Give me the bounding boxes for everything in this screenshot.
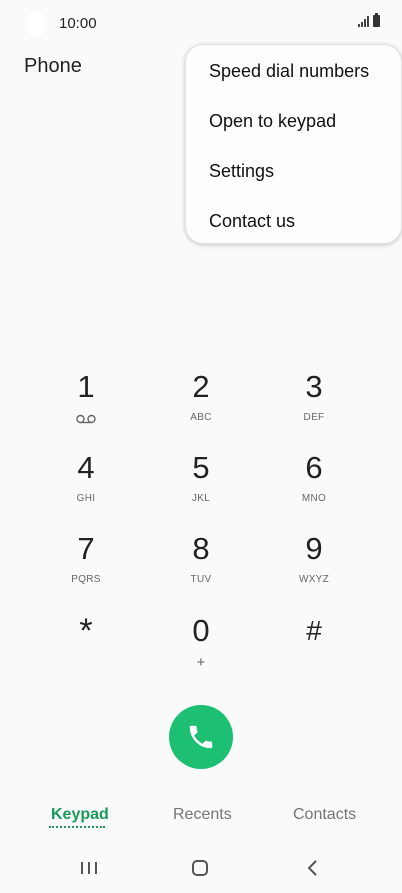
home-icon[interactable]	[190, 858, 210, 878]
menu-item-speed-dial[interactable]: Speed dial numbers	[186, 46, 401, 96]
status-icons	[358, 13, 380, 27]
key-digit: 9	[305, 531, 323, 566]
menu-item-contact-us[interactable]: Contact us	[186, 196, 401, 246]
status-dot	[24, 12, 48, 36]
key-letters: +	[196, 654, 206, 671]
key-1[interactable]: 1	[36, 368, 136, 424]
key-2[interactable]: 2 ABC	[151, 368, 251, 426]
tab-active-indicator	[49, 826, 105, 828]
menu-item-settings[interactable]: Settings	[186, 146, 401, 196]
key-letters: MNO	[301, 493, 327, 504]
key-8[interactable]: 8 TUV	[151, 530, 251, 588]
tab-recents[interactable]: Recents	[173, 806, 232, 824]
key-3[interactable]: 3 DEF	[264, 368, 364, 426]
tab-keypad[interactable]: Keypad	[51, 806, 109, 824]
key-0[interactable]: 0 +	[151, 612, 251, 671]
key-7[interactable]: 7 PQRS	[36, 530, 136, 588]
key-letters: JKL	[191, 493, 211, 504]
key-letters: ABC	[190, 412, 212, 423]
key-letters: TUV	[190, 574, 212, 585]
page-title: Phone	[24, 55, 82, 77]
key-4[interactable]: 4 GHI	[36, 449, 136, 507]
key-letters: PQRS	[71, 574, 101, 585]
signal-icon	[358, 15, 369, 27]
key-digit: 4	[77, 450, 95, 485]
phone-icon	[189, 725, 213, 749]
key-digit: 8	[192, 531, 210, 566]
key-digit: 6	[305, 450, 323, 485]
key-6[interactable]: 6 MNO	[264, 449, 364, 507]
menu-item-open-to-keypad[interactable]: Open to keypad	[186, 96, 401, 146]
overflow-menu: Speed dial numbers Open to keypad Settin…	[185, 44, 402, 244]
key-5[interactable]: 5 JKL	[151, 449, 251, 507]
key-letters: DEF	[303, 412, 325, 423]
status-bar: 10:00	[0, 0, 402, 48]
key-digit: 2	[192, 369, 210, 404]
voicemail-icon	[76, 414, 96, 424]
key-star[interactable]: *	[36, 612, 136, 650]
key-digit: 0	[192, 613, 210, 648]
key-digit: #	[306, 615, 322, 646]
key-digit: 3	[305, 369, 323, 404]
back-icon[interactable]	[305, 858, 321, 878]
key-digit: 7	[77, 531, 95, 566]
recent-apps-icon[interactable]	[80, 858, 98, 878]
key-letters: GHI	[76, 493, 96, 504]
key-9[interactable]: 9 WXYZ	[264, 530, 364, 588]
key-digit: *	[79, 612, 93, 650]
system-nav-bar	[0, 848, 402, 893]
key-hash[interactable]: #	[264, 612, 364, 650]
tab-contacts[interactable]: Contacts	[293, 806, 356, 824]
status-time: 10:00	[59, 15, 97, 32]
call-button[interactable]	[169, 705, 233, 769]
key-letters: WXYZ	[298, 574, 330, 585]
key-digit: 5	[192, 450, 210, 485]
key-digit: 1	[77, 369, 95, 404]
battery-icon	[373, 13, 380, 27]
